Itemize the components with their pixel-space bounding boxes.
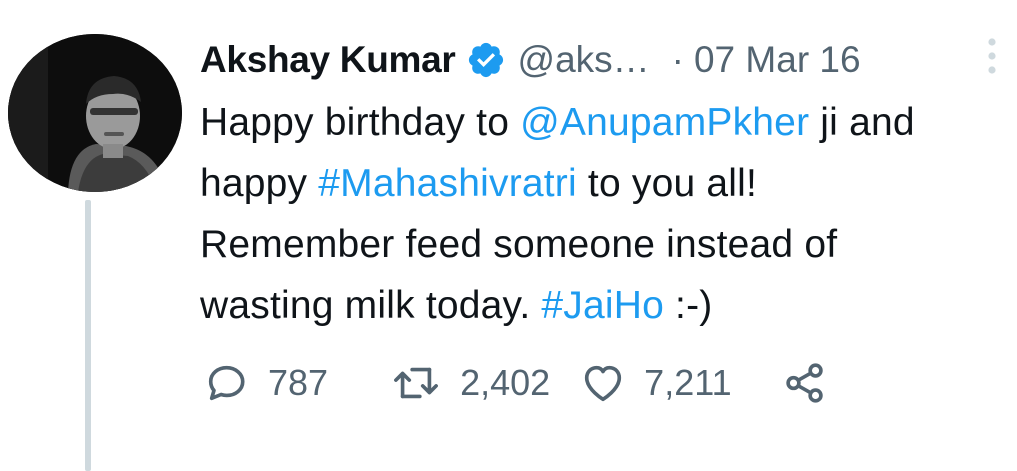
author-avatar[interactable] xyxy=(8,34,182,192)
author-handle[interactable]: @aks… xyxy=(518,39,650,81)
like-count: 7,211 xyxy=(644,362,732,403)
hashtag-link[interactable]: #JaiHo xyxy=(541,284,664,327)
tweet-text: Happy birthday to @AnupamPkher ji and ha… xyxy=(200,92,1010,336)
tweet-actions: 787 2,402 7,211 xyxy=(204,358,828,408)
tweet-line: Happy birthday to @AnupamPkher ji and xyxy=(200,92,1010,153)
more-options-button[interactable] xyxy=(974,36,1010,76)
text-segment: Remember feed someone instead of xyxy=(200,223,838,266)
verified-badge-icon xyxy=(466,40,506,80)
text-segment: to you all! xyxy=(576,162,758,205)
reply-button[interactable]: 787 xyxy=(204,360,328,406)
thread-connector-line xyxy=(85,200,91,471)
tweet-line: wasting milk today. #JaiHo :-) xyxy=(200,275,1010,336)
text-segment: :-) xyxy=(664,284,713,327)
reply-count: 787 xyxy=(268,362,329,403)
reply-icon xyxy=(208,365,245,401)
like-button[interactable]: 7,211 xyxy=(580,360,732,406)
header-separator: · xyxy=(671,39,684,80)
more-vertical-icon xyxy=(988,38,996,74)
hashtag-link[interactable]: #Mahashivratri xyxy=(318,162,577,205)
text-segment: wasting milk today. xyxy=(200,284,542,327)
text-segment: ji and xyxy=(809,101,915,144)
text-segment: happy xyxy=(200,162,319,205)
author-name[interactable]: Akshay Kumar xyxy=(200,39,456,81)
tweet-date[interactable]: 07 Mar 16 xyxy=(694,39,861,81)
mention-link[interactable]: @AnupamPkher xyxy=(520,101,809,144)
tweet-line: Remember feed someone instead of xyxy=(200,214,1010,275)
retweet-button[interactable]: 2,402 xyxy=(390,360,550,406)
text-segment: Happy birthday to xyxy=(200,101,521,144)
retweet-count: 2,402 xyxy=(460,362,551,403)
tweet-line: happy #Mahashivratri to you all! xyxy=(200,153,1010,214)
like-icon xyxy=(585,365,622,402)
retweet-icon xyxy=(394,367,439,399)
share-button[interactable] xyxy=(782,360,828,406)
tweet-header: Akshay Kumar @aks… · 07 Mar 16 xyxy=(200,34,861,86)
share-icon xyxy=(785,363,823,403)
avatar-photo xyxy=(8,34,182,192)
